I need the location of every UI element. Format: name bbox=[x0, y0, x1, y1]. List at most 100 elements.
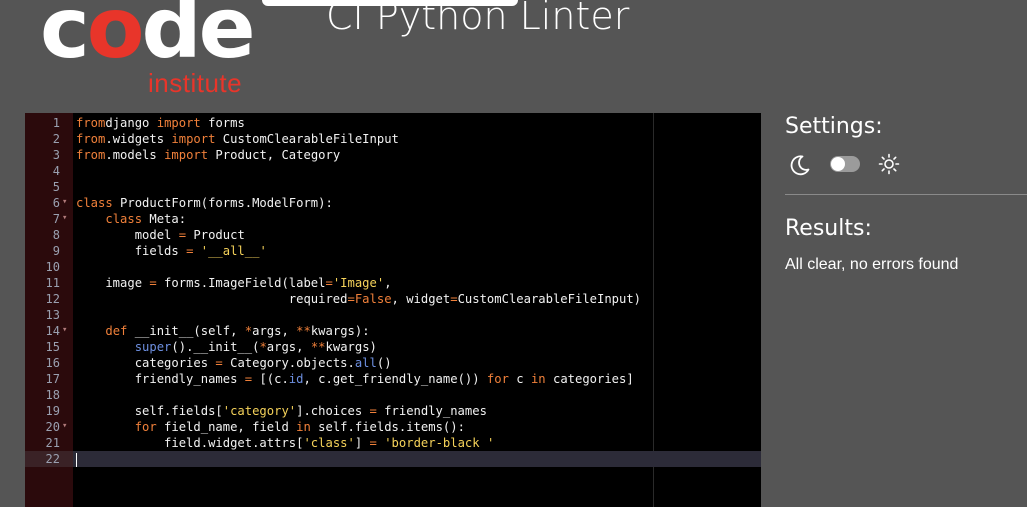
code-token: class bbox=[105, 212, 143, 226]
code-lines[interactable]: 1 fromdjango import forms 2 from.widgets im… bbox=[25, 115, 761, 467]
code-line[interactable]: 12 required=False, widget=CustomClearabl… bbox=[25, 291, 761, 307]
code-token: False bbox=[354, 292, 392, 306]
code-token: = bbox=[369, 404, 377, 418]
line-number: 8 bbox=[52, 228, 60, 242]
code-line[interactable]: 21 field.widget.attrs['class'] = 'border… bbox=[25, 435, 761, 451]
code-text: friendly_names = [(c.id, c.get_friendly_… bbox=[76, 371, 634, 387]
code-line[interactable]: 16 categories = Category.objects.all() bbox=[25, 355, 761, 371]
code-line[interactable]: 20 ▾ for field_name, field in self.fields… bbox=[25, 419, 761, 435]
code-line[interactable]: 2 from.widgets import CustomClearableFile… bbox=[25, 131, 761, 147]
code-token: * bbox=[259, 340, 267, 354]
line-number: 15 bbox=[45, 340, 60, 354]
code-line[interactable]: 1 fromdjango import forms bbox=[25, 115, 761, 131]
fold-arrow-icon[interactable]: ▾ bbox=[62, 210, 72, 226]
code-line[interactable]: 18 bbox=[25, 387, 761, 403]
code-line[interactable]: 5 bbox=[25, 179, 761, 195]
code-token: fields bbox=[76, 244, 187, 258]
code-text: from.models import Product, Category bbox=[76, 147, 340, 163]
code-text: from.widgets import CustomClearableFileI… bbox=[76, 131, 399, 147]
line-number: 7 bbox=[52, 212, 60, 226]
code-token: , bbox=[384, 276, 392, 290]
code-text: self.fields['category'].choices = friend… bbox=[76, 403, 487, 419]
code-text: class Meta: bbox=[76, 211, 186, 227]
code-token: class bbox=[76, 196, 113, 210]
code-token: Product bbox=[186, 228, 245, 242]
code-line[interactable]: 17 friendly_names = [(c.id, c.get_friend… bbox=[25, 371, 761, 387]
code-line[interactable]: 14 ▾ def __init__(self, *args, **kwargs): bbox=[25, 323, 761, 339]
line-number: 14 bbox=[45, 324, 60, 338]
line-number: 5 bbox=[52, 180, 60, 194]
code-text: image = forms.ImageField(label='Image', bbox=[76, 275, 392, 291]
code-token: = bbox=[244, 372, 253, 386]
logo-subtitle: institute bbox=[148, 68, 243, 98]
panel-divider bbox=[785, 194, 1027, 195]
code-line[interactable]: 9 fields = '__all__' bbox=[25, 243, 761, 259]
line-number: 9 bbox=[52, 244, 60, 258]
theme-toggle[interactable] bbox=[830, 156, 860, 172]
code-token: from bbox=[76, 132, 106, 146]
code-token: __init__(self, bbox=[127, 324, 245, 338]
code-text: fields = '__all__' bbox=[76, 243, 267, 259]
code-line[interactable]: 7 ▾ class Meta: bbox=[25, 211, 761, 227]
code-token: forms bbox=[200, 116, 245, 130]
line-number: 11 bbox=[45, 276, 60, 290]
code-token: required bbox=[76, 292, 348, 306]
code-line[interactable]: 8 model = Product bbox=[25, 227, 761, 243]
line-number: 12 bbox=[45, 292, 60, 306]
code-token: id bbox=[288, 372, 304, 386]
code-institute-logo: code institute bbox=[40, 0, 270, 98]
theme-switcher bbox=[788, 153, 908, 177]
line-number: 16 bbox=[45, 356, 60, 370]
fold-arrow-icon[interactable]: ▾ bbox=[62, 194, 72, 210]
code-editor[interactable]: 1 fromdjango import forms 2 from.widgets im… bbox=[25, 113, 761, 507]
line-number: 17 bbox=[45, 372, 60, 386]
code-token: Product, Category bbox=[208, 148, 341, 162]
code-token: ProductForm(forms.ModelForm): bbox=[112, 196, 333, 210]
line-number: 1 bbox=[52, 116, 60, 130]
code-token: args, bbox=[266, 340, 311, 354]
code-token: friendly_names bbox=[76, 372, 245, 386]
fold-arrow-icon[interactable]: ▾ bbox=[62, 322, 72, 338]
line-number: 18 bbox=[45, 388, 60, 402]
page-title: CI Python Linter bbox=[326, 0, 630, 38]
fold-arrow-icon[interactable]: ▾ bbox=[62, 418, 72, 434]
code-token: kwargs) bbox=[325, 340, 377, 354]
code-token: ** bbox=[296, 324, 311, 338]
code-line[interactable]: 15 super().__init__(*args, **kwargs) bbox=[25, 339, 761, 355]
code-token: import bbox=[164, 148, 209, 162]
code-line[interactable]: 4 bbox=[25, 163, 761, 179]
code-token: c bbox=[508, 372, 531, 386]
code-line[interactable]: 6 ▾ class ProductForm(forms.ModelForm): bbox=[25, 195, 761, 211]
code-text bbox=[76, 451, 77, 467]
code-token: CustomClearableFileInput bbox=[215, 132, 399, 146]
code-line[interactable]: 13 bbox=[25, 307, 761, 323]
code-text: for field_name, field in self.fields.ite… bbox=[76, 419, 465, 435]
results-message: All clear, no errors found bbox=[785, 256, 959, 273]
results-heading: Results: bbox=[785, 216, 872, 241]
code-line[interactable]: 19 self.fields['category'].choices = fri… bbox=[25, 403, 761, 419]
code-token: = bbox=[215, 356, 223, 370]
code-line[interactable]: 11 image = forms.ImageField(label='Image… bbox=[25, 275, 761, 291]
line-number: 3 bbox=[52, 148, 60, 162]
line-number: 21 bbox=[45, 436, 60, 450]
code-token: django bbox=[105, 116, 157, 130]
code-token: ].choices bbox=[296, 404, 370, 418]
code-line[interactable]: 3 from.models import Product, Category bbox=[25, 147, 761, 163]
code-token: field_name, field bbox=[156, 420, 297, 434]
code-token: .widgets bbox=[105, 132, 172, 146]
code-line[interactable]: 22 bbox=[25, 451, 761, 467]
code-token: , widget bbox=[391, 292, 451, 306]
code-token: , c.get_friendly_name()) bbox=[303, 372, 487, 386]
code-token: import bbox=[171, 132, 216, 146]
code-token: self.fields.items(): bbox=[310, 420, 465, 434]
code-text: categories = Category.objects.all() bbox=[76, 355, 392, 371]
code-text: required=False, widget=CustomClearableFi… bbox=[76, 291, 641, 307]
code-token: Category.objects. bbox=[222, 356, 355, 370]
line-number: 13 bbox=[45, 308, 60, 322]
code-token: import bbox=[156, 116, 201, 130]
code-line[interactable]: 10 bbox=[25, 259, 761, 275]
code-token: model bbox=[76, 228, 179, 242]
